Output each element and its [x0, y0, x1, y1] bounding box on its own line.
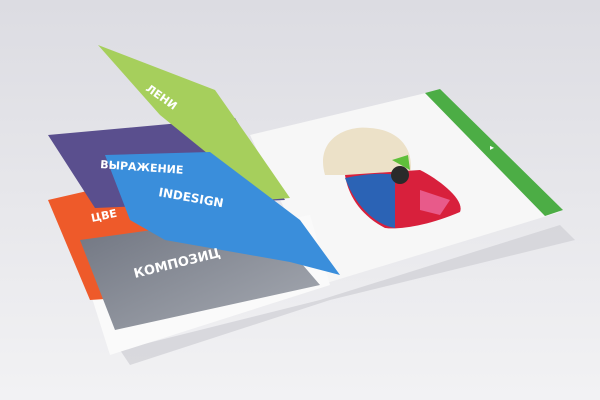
- tab-glyph: ▸: [490, 143, 494, 152]
- brochure-photo: ▸ ЛЕНИ ВЫРАЖЕНИЕ INDESIGN ЦВЕ КОМПОЗИЦ: [0, 0, 600, 400]
